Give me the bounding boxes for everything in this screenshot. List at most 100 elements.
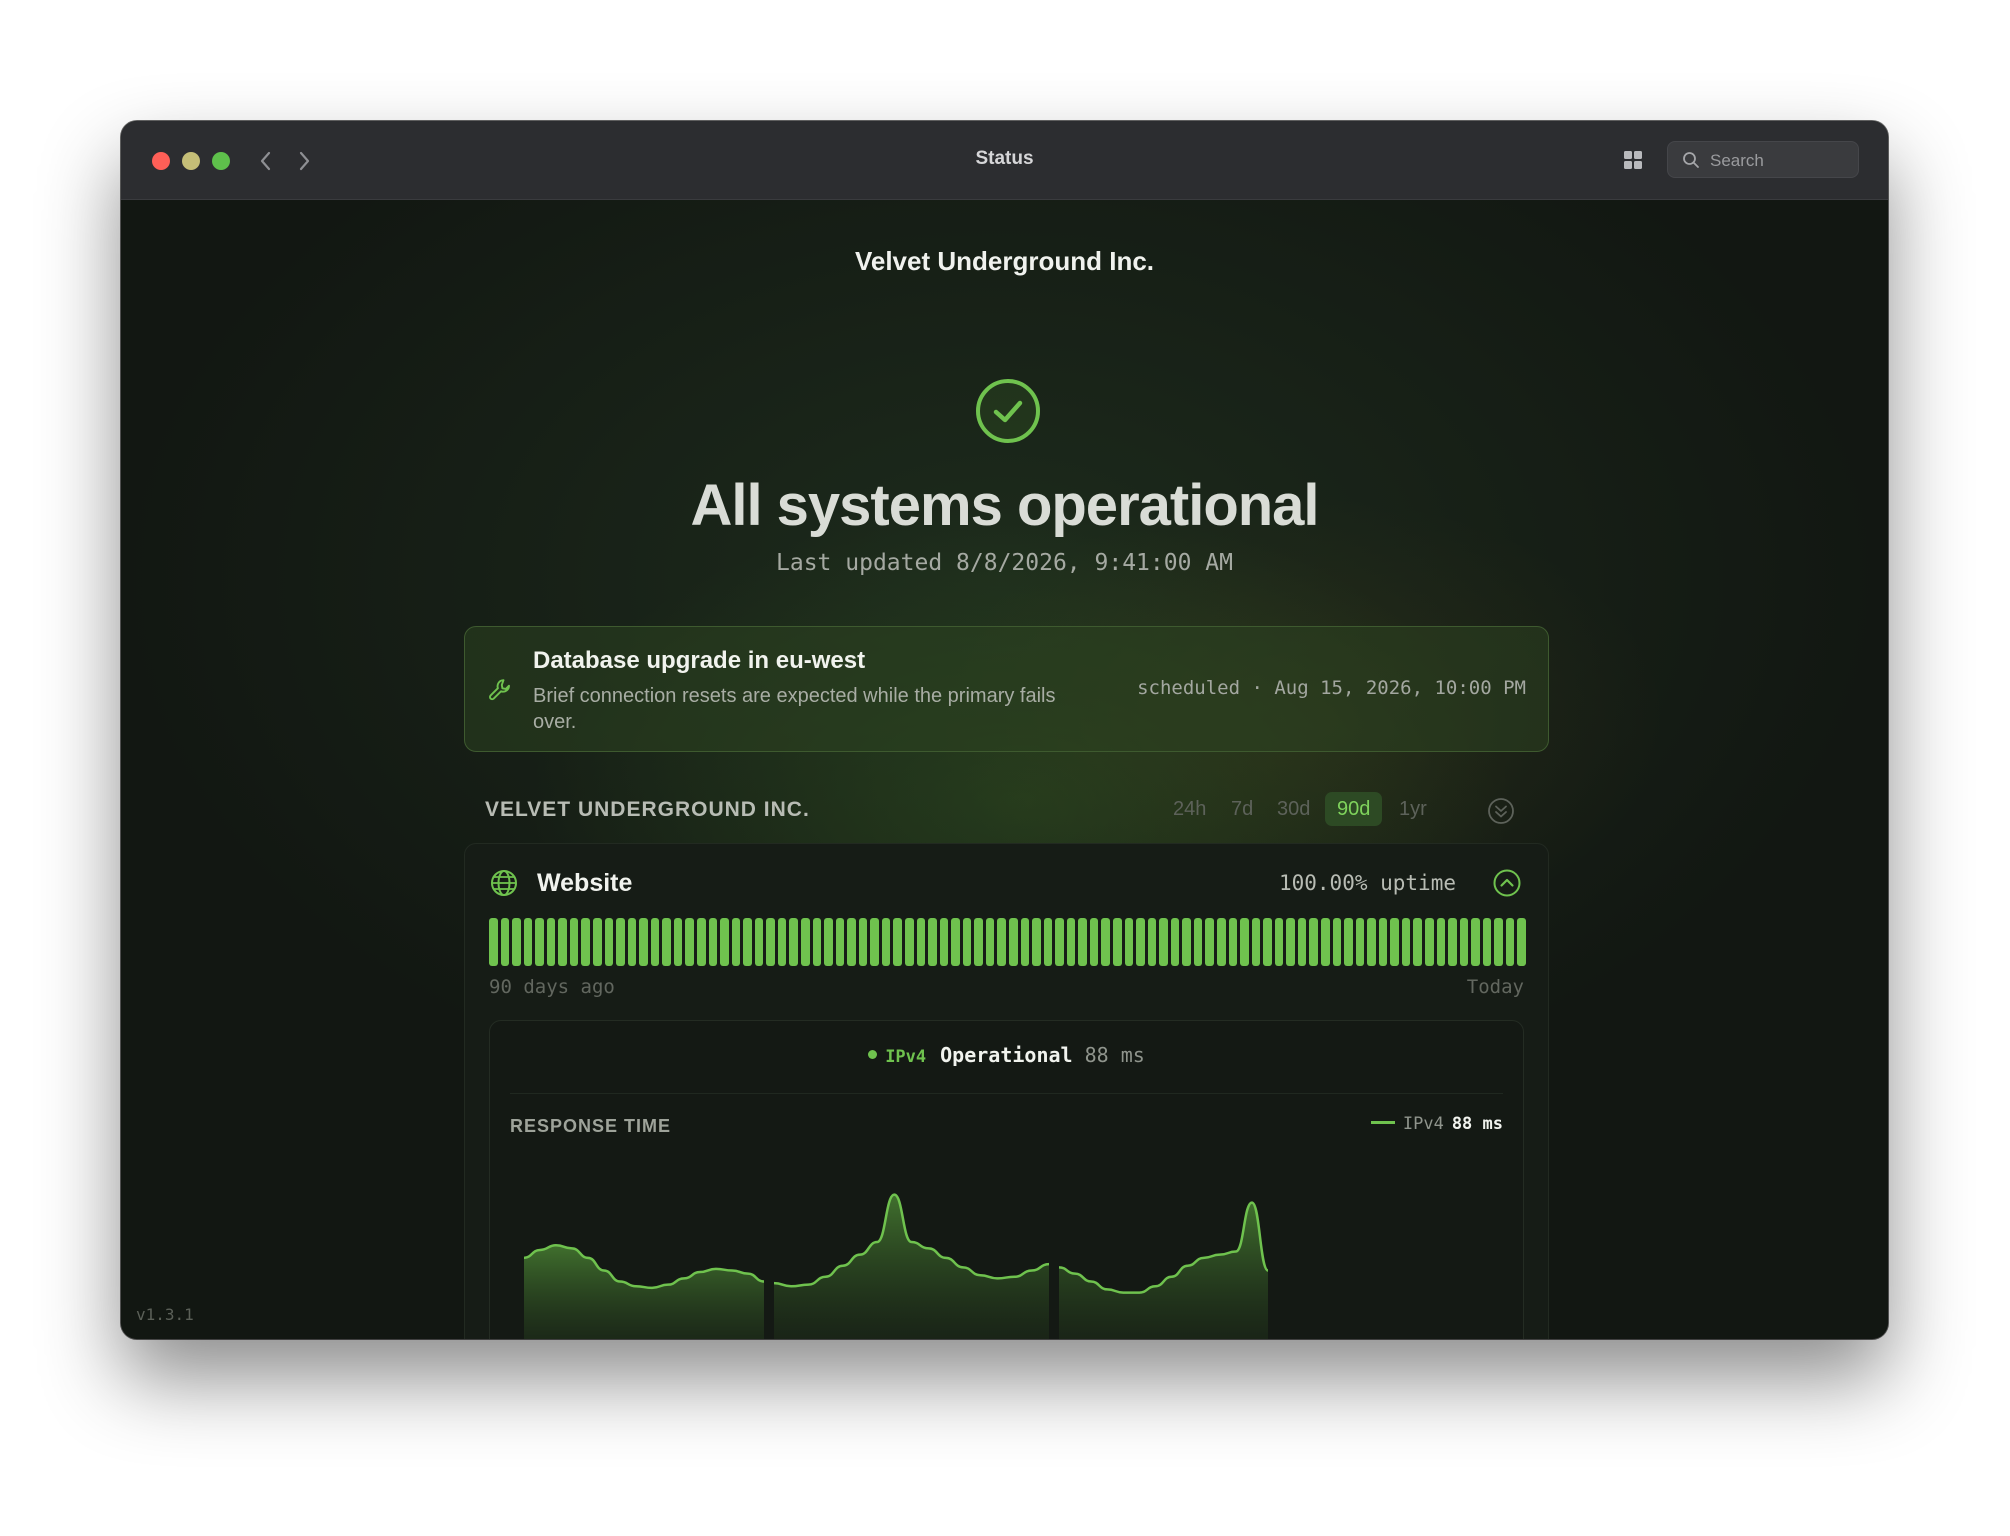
uptime-day-bar[interactable] (962, 918, 972, 966)
uptime-day-bar[interactable] (1182, 918, 1191, 966)
uptime-day-bar[interactable] (1251, 918, 1261, 966)
uptime-day-bar[interactable] (1494, 918, 1503, 966)
uptime-day-bar[interactable] (1448, 918, 1457, 966)
maintenance-notice[interactable]: Database upgrade in eu-west Brief connec… (464, 626, 1549, 752)
uptime-day-bar[interactable] (731, 918, 741, 966)
uptime-day-bar[interactable] (754, 918, 764, 966)
uptime-day-bar[interactable] (639, 918, 648, 966)
uptime-day-bar[interactable] (1055, 918, 1064, 966)
uptime-day-bar[interactable] (673, 918, 683, 966)
uptime-day-bar[interactable] (1101, 918, 1110, 966)
uptime-day-bar[interactable] (985, 918, 995, 966)
uptime-day-bar[interactable] (1136, 918, 1145, 966)
range-option-1yr[interactable]: 1yr (1387, 792, 1439, 826)
uptime-day-bar[interactable] (1170, 918, 1180, 966)
uptime-day-bar[interactable] (1263, 918, 1272, 966)
uptime-day-bar[interactable] (697, 918, 706, 966)
grid-view-icon[interactable] (1623, 150, 1643, 170)
uptime-day-bar[interactable] (593, 918, 602, 966)
uptime-day-bar[interactable] (1378, 918, 1388, 966)
uptime-day-bar[interactable] (858, 918, 868, 966)
uptime-day-bar[interactable] (569, 918, 579, 966)
uptime-day-bar[interactable] (939, 918, 949, 966)
range-option-90d[interactable]: 90d (1325, 792, 1383, 826)
uptime-day-bar[interactable] (535, 918, 544, 966)
uptime-day-bar[interactable] (777, 918, 787, 966)
uptime-day-bar[interactable] (558, 918, 567, 966)
uptime-day-bar[interactable] (1367, 918, 1376, 966)
uptime-day-bar[interactable] (512, 918, 521, 966)
uptime-day-bar[interactable] (523, 918, 533, 966)
uptime-day-bar[interactable] (1159, 918, 1168, 966)
uptime-day-bar[interactable] (1020, 918, 1030, 966)
uptime-day-bar[interactable] (1009, 918, 1018, 966)
search-input[interactable] (1708, 142, 1852, 179)
uptime-day-bar[interactable] (743, 918, 752, 966)
uptime-day-bar[interactable] (616, 918, 625, 966)
uptime-day-bar[interactable] (1147, 918, 1157, 966)
double-chevron-down-icon[interactable] (1487, 797, 1515, 825)
uptime-day-bar[interactable] (916, 918, 926, 966)
uptime-day-bar[interactable] (1043, 918, 1053, 966)
uptime-day-bar[interactable] (1113, 918, 1122, 966)
uptime-day-bar[interactable] (1482, 918, 1492, 966)
uptime-day-bar[interactable] (1066, 918, 1076, 966)
uptime-day-bar[interactable] (1297, 918, 1307, 966)
uptime-day-bar[interactable] (870, 918, 879, 966)
uptime-day-bar[interactable] (951, 918, 960, 966)
uptime-day-bar[interactable] (1205, 918, 1214, 966)
uptime-day-bar[interactable] (1228, 918, 1238, 966)
uptime-day-bar[interactable] (1332, 918, 1342, 966)
uptime-day-bar[interactable] (581, 918, 590, 966)
uptime-day-bar[interactable] (1286, 918, 1295, 966)
uptime-day-bar[interactable] (1089, 918, 1099, 966)
uptime-day-bar[interactable] (1471, 918, 1480, 966)
uptime-day-bar[interactable] (1517, 918, 1526, 966)
uptime-day-bar[interactable] (893, 918, 902, 966)
uptime-day-bar[interactable] (1401, 918, 1411, 966)
uptime-day-bar[interactable] (1240, 918, 1249, 966)
range-option-24h[interactable]: 24h (1161, 792, 1218, 826)
uptime-day-bar[interactable] (489, 918, 498, 966)
uptime-day-bar[interactable] (1505, 918, 1515, 966)
uptime-day-bar[interactable] (766, 918, 775, 966)
uptime-day-bar[interactable] (627, 918, 637, 966)
chevron-up-icon[interactable] (1492, 868, 1522, 898)
uptime-day-bar[interactable] (974, 918, 983, 966)
uptime-day-bar[interactable] (847, 918, 856, 966)
uptime-day-bar[interactable] (1193, 918, 1203, 966)
uptime-day-bar[interactable] (1217, 918, 1226, 966)
range-option-7d[interactable]: 7d (1219, 792, 1265, 826)
search-box[interactable] (1667, 141, 1859, 179)
uptime-day-bar[interactable] (662, 918, 671, 966)
uptime-day-bar[interactable] (1390, 918, 1399, 966)
uptime-day-bar[interactable] (685, 918, 694, 966)
uptime-day-bar[interactable] (650, 918, 660, 966)
uptime-day-bar[interactable] (1344, 918, 1353, 966)
uptime-day-bar[interactable] (1274, 918, 1284, 966)
uptime-day-bar[interactable] (812, 918, 822, 966)
uptime-day-bar[interactable] (500, 918, 510, 966)
uptime-day-bar[interactable] (1413, 918, 1422, 966)
uptime-day-bar[interactable] (928, 918, 937, 966)
uptime-day-bar[interactable] (789, 918, 798, 966)
uptime-day-bar[interactable] (801, 918, 810, 966)
uptime-day-bar[interactable] (997, 918, 1006, 966)
uptime-day-bar[interactable] (1459, 918, 1469, 966)
uptime-day-bar[interactable] (1321, 918, 1330, 966)
uptime-day-bar[interactable] (1124, 918, 1134, 966)
uptime-day-bar[interactable] (1309, 918, 1318, 966)
uptime-day-bar[interactable] (708, 918, 718, 966)
uptime-day-bar[interactable] (1425, 918, 1434, 966)
uptime-day-bar[interactable] (604, 918, 614, 966)
uptime-day-bar[interactable] (1355, 918, 1365, 966)
uptime-day-bar[interactable] (881, 918, 891, 966)
uptime-day-bar[interactable] (720, 918, 729, 966)
uptime-day-bar[interactable] (835, 918, 845, 966)
uptime-day-bar[interactable] (546, 918, 556, 966)
range-option-30d[interactable]: 30d (1265, 792, 1322, 826)
uptime-day-bar[interactable] (1078, 918, 1087, 966)
uptime-day-bar[interactable] (1032, 918, 1041, 966)
uptime-day-bar[interactable] (1436, 918, 1446, 966)
uptime-day-bar[interactable] (824, 918, 833, 966)
